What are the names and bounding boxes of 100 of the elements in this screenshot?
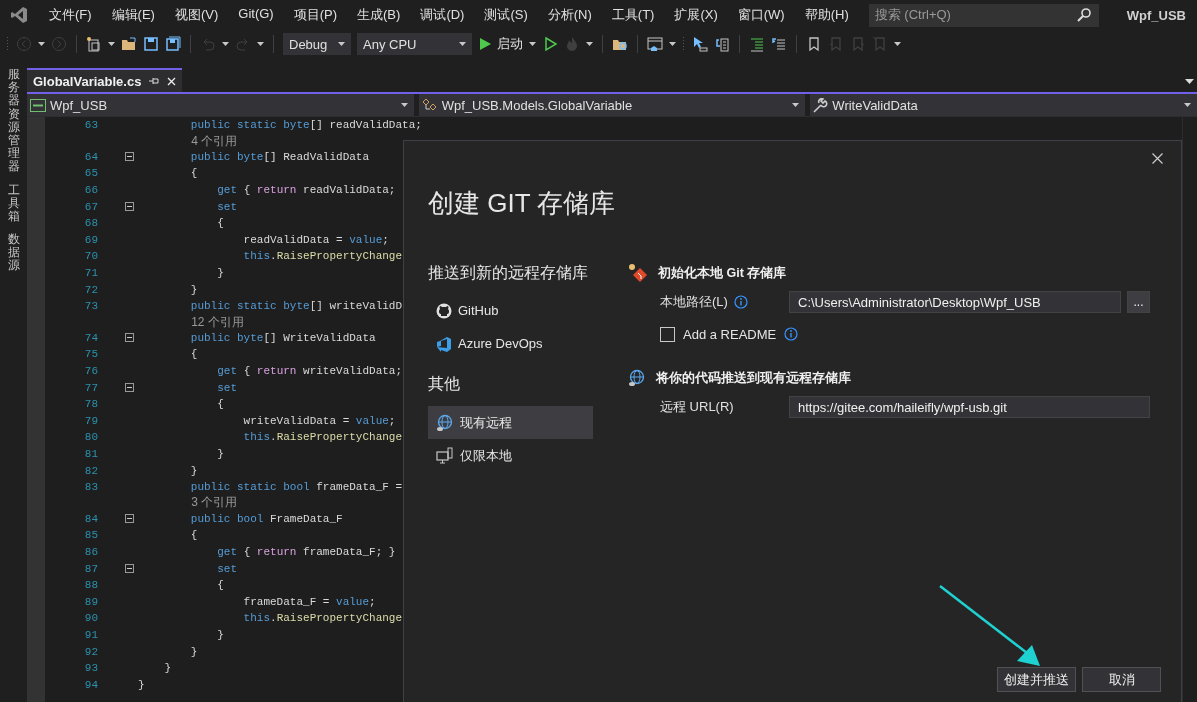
navigation-dropdown[interactable]: Wpf_USB [27,94,414,116]
cancel-button[interactable]: 取消 [1082,667,1161,692]
collapse-icon[interactable] [125,333,134,343]
line-number: 69 [83,233,98,246]
menu-item[interactable]: 分析(N) [537,6,602,24]
create-push-button[interactable]: 创建并推送 [997,667,1076,692]
menu-item[interactable]: 扩展(X) [664,6,728,24]
class-icon [421,97,438,113]
url-field[interactable]: https://gitee.com/haileifly/wpf-usb.git [789,396,1150,418]
line-number: 66 [83,184,98,197]
configuration-dropdown[interactable]: Debug [283,33,351,55]
file-tab[interactable]: GlobalVariable.cs [27,68,183,92]
info-icon[interactable] [784,327,799,341]
open-folder-icon[interactable] [121,36,137,52]
field-label: 本地路径(L) [660,293,728,311]
side-tab[interactable]: 工具箱 [7,183,20,224]
menu-item[interactable]: 窗口(W) [727,6,795,24]
play-outline-icon[interactable] [542,36,558,52]
caret-icon[interactable] [108,42,115,46]
collapse-icon[interactable] [125,383,134,393]
menu-item[interactable]: 编辑(E) [101,6,165,24]
start-button[interactable]: 启动 [478,35,523,53]
tab-list-icon[interactable] [1185,79,1194,84]
caret-icon[interactable] [792,103,800,107]
browse-button[interactable]: ... [1127,291,1150,313]
outdent-icon[interactable] [771,36,787,52]
line-number: 68 [83,217,98,230]
option-item[interactable]: GitHub [428,294,593,327]
option-item[interactable]: 仅限本地 [428,439,593,472]
code-line: } [163,662,171,675]
code-line: public byte[] ReadValidData [189,150,370,163]
caret-icon[interactable] [38,42,45,46]
document-swap-icon[interactable] [714,36,730,52]
search-field[interactable]: 搜索 (Ctrl+Q) [868,3,1099,27]
caret-icon[interactable] [529,42,536,46]
line-number: 83 [83,481,98,494]
platform-dropdown[interactable]: Any CPU [357,33,472,55]
line-number: 70 [83,250,98,263]
line-number: 79 [83,414,98,427]
new-project-icon[interactable] [86,36,102,52]
menu-item[interactable]: Git(G) [228,6,284,24]
line-number: 64 [83,150,98,163]
code-line: } [138,678,145,691]
pin-icon[interactable] [149,76,160,86]
line-number: 85 [83,529,98,542]
collapse-icon[interactable] [125,564,134,574]
caret-icon[interactable] [338,42,345,46]
window-icon[interactable] [647,36,663,52]
cursor-icon[interactable] [692,36,708,52]
save-icon[interactable] [143,36,159,52]
close-icon[interactable] [167,76,177,86]
reference-count[interactable]: 4 个引用 [191,132,238,150]
checkbox[interactable] [660,326,675,342]
side-tab[interactable]: 服务器资源管理器 [7,68,20,174]
collapse-icon[interactable] [125,202,134,212]
collapse-icon[interactable] [125,514,134,524]
code-line: this.RaisePropertyChange [242,250,403,263]
caret-icon[interactable] [669,42,676,46]
menu-item[interactable]: 工具(T) [601,6,665,24]
line-number: 73 [83,300,98,313]
navigation-dropdown[interactable]: Wpf_USB.Models.GlobalVariable [418,94,806,116]
menu-item[interactable]: 文件(F) [39,6,102,24]
caret-icon[interactable] [222,42,229,46]
menu-item[interactable]: 项目(P) [283,6,348,24]
overflow-icon[interactable] [894,42,901,46]
option-item[interactable]: Azure DevOps [428,327,593,360]
navigation-dropdown[interactable]: WriteValidData [810,94,1197,116]
menu-item[interactable]: 测试(S) [474,6,538,24]
line-number: 63 [83,119,98,132]
caret-icon[interactable] [257,42,264,46]
caret-icon[interactable] [586,42,593,46]
collapse-icon[interactable] [125,152,134,162]
globe-icon [628,369,646,387]
menu-item[interactable]: 视图(V) [164,6,229,24]
checkbox-label[interactable]: Add a README [683,326,777,342]
menu-item[interactable]: 调试(D) [410,6,475,24]
code-line: } [216,628,224,641]
line-number: 86 [83,545,98,558]
caret-icon[interactable] [400,103,408,107]
info-icon[interactable] [733,295,748,309]
globe-icon [436,413,454,432]
code-line: { [216,217,224,230]
menu-item[interactable]: 帮助(H) [794,6,859,24]
menu-item[interactable]: 生成(B) [347,6,411,24]
search-icon [1076,8,1091,22]
bookmark-icon[interactable] [806,36,822,52]
reference-count[interactable]: 12 个引用 [191,313,244,331]
section-heading: 初始化本地 Git 存储库 [658,264,787,282]
line-number: 93 [83,662,98,675]
project-icon [30,98,46,112]
path-field[interactable]: C:\Users\Administrator\Desktop\Wpf_USB [789,291,1121,313]
code-line: { [216,398,224,411]
caret-icon[interactable] [459,42,466,46]
indent-icon[interactable] [749,36,765,52]
reference-count[interactable]: 3 个引用 [191,494,238,512]
save-all-icon[interactable] [165,36,181,52]
option-item[interactable]: 现有远程 [428,406,593,439]
caret-icon[interactable] [1184,103,1191,107]
code-line: public static byte[] writeValidD [189,300,403,313]
side-tab[interactable]: 数据源 [7,233,20,273]
